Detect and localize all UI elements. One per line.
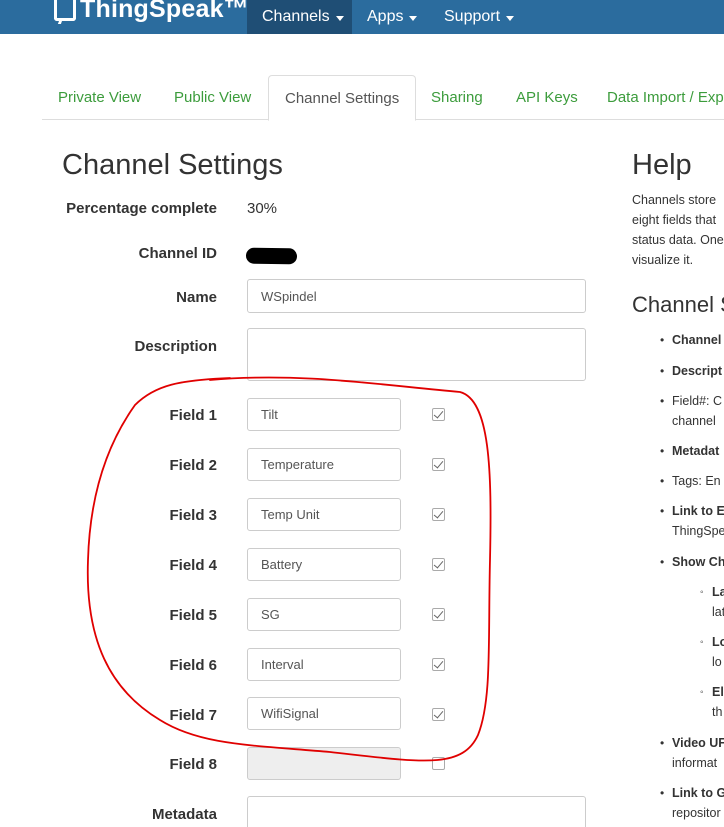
field-1-input[interactable]: Tilt [247,398,401,431]
help-subitem-elevation: El [712,685,724,699]
nav-apps-label: Apps [367,8,404,25]
description-label: Description [134,338,217,355]
field-7-checkbox[interactable] [432,708,445,721]
help-item-link-github: Link to G [672,786,724,800]
percentage-complete-label: Percentage complete [66,200,217,217]
field-4-input[interactable]: Battery [247,548,401,581]
sub-bullet-icon: ◦ [700,637,704,648]
sub-bullet-icon: ◦ [700,587,704,598]
tab-api-keys[interactable]: API Keys [500,75,594,120]
help-item-metadata: Metadat [672,444,720,458]
bullet-icon: • [660,394,665,408]
field-1-checkbox[interactable] [432,408,445,421]
tab-sharing[interactable]: Sharing [415,75,499,120]
nav-support[interactable]: Support [429,0,529,34]
help-item-channel: Channel [672,333,722,347]
channel-id-label: Channel ID [138,245,217,262]
bullet-icon: • [660,364,665,378]
field-6-checkbox[interactable] [432,658,445,671]
help-item-link-external-cont: ThingSpe [672,524,724,538]
help-item-description: Descript [672,364,723,378]
field-3-label: Field 3 [169,507,217,524]
field-2-checkbox[interactable] [432,458,445,471]
thingspeak-logo[interactable]: ThingSpeak™ [54,0,249,24]
bullet-icon: • [660,333,665,347]
help-item-link-external: Link to E [672,504,724,518]
nav-channels[interactable]: Channels [247,0,352,34]
help-title: Help [632,149,692,181]
field-7-input[interactable]: WifiSignal [247,697,401,730]
name-input[interactable]: WSpindel [247,279,586,313]
tab-private-view[interactable]: Private View [42,75,157,120]
redacted-channel-id [245,247,298,265]
page-title: Channel Settings [62,149,283,181]
field-8-label: Field 8 [169,756,217,773]
caret-down-icon [506,15,515,21]
help-item-tags: Tags: En [672,474,721,488]
help-subitem-longitude-cont: lo [712,655,722,669]
field-2-label: Field 2 [169,457,217,474]
help-item-show-channel: Show Ch [672,555,724,569]
field-4-checkbox[interactable] [432,558,445,571]
help-subitem-elevation-cont: th [712,705,723,719]
help-intro-line: visualize it. [632,253,694,267]
bullet-icon: • [660,444,665,458]
name-label: Name [176,289,217,306]
help-item-video-url: Video UF [672,736,724,750]
help-intro: Channels store eight fields that status … [632,190,724,270]
help-subitem-latitude-cont: lat [712,605,724,619]
help-item-video-url-cont: informat [672,756,718,770]
field-1-label: Field 1 [169,407,217,424]
percentage-complete-value: 30% [247,200,278,217]
nav-apps[interactable]: Apps [352,0,432,34]
help-intro-line: status data. One [632,233,724,247]
sub-bullet-icon: ◦ [700,687,704,698]
bullet-icon: • [660,736,665,750]
nav-support-label: Support [444,8,501,25]
tab-channel-settings[interactable]: Channel Settings [268,75,417,121]
help-subitem-latitude: La [712,585,724,599]
brand-name: ThingSpeak™ [80,0,249,23]
field-7-label: Field 7 [169,707,217,724]
field-8-checkbox[interactable] [432,757,445,770]
tab-public-view[interactable]: Public View [158,75,267,120]
help-item-link-github-cont: repositor [672,806,721,820]
field-5-label: Field 5 [169,607,217,624]
bullet-icon: • [660,504,665,518]
field-6-input[interactable]: Interval [247,648,401,681]
field-3-input[interactable]: Temp Unit [247,498,401,531]
field-5-input[interactable]: SG [247,598,401,631]
field-2-input[interactable]: Temperature [247,448,401,481]
help-item-field-cont: channel [672,414,716,428]
help-subtitle: Channel S [632,292,724,317]
help-intro-line: Channels store [632,193,717,207]
bullet-icon: • [660,786,665,800]
channel-tabs: Private View Public View Channel Setting… [42,75,724,121]
field-4-label: Field 4 [169,557,217,574]
field-8-input[interactable] [247,747,401,780]
caret-down-icon [409,15,418,21]
field-6-label: Field 6 [169,657,217,674]
tab-data-import-export[interactable]: Data Import / Exp [591,75,724,120]
help-subitem-longitude: Lo [712,635,724,649]
bullet-icon: • [660,555,665,569]
field-3-checkbox[interactable] [432,508,445,521]
metadata-label: Metadata [151,806,217,823]
top-navbar: ThingSpeak™ Channels Apps Support [0,0,724,34]
caret-down-icon [335,15,344,21]
help-intro-line: eight fields that [632,213,717,227]
field-5-checkbox[interactable] [432,608,445,621]
bullet-icon: • [660,474,665,488]
description-textarea[interactable] [247,328,586,381]
nav-channels-label: Channels [262,8,330,25]
metadata-textarea[interactable] [247,796,586,827]
help-item-field: Field#: C [672,394,723,408]
speech-bubble-icon [54,0,76,21]
